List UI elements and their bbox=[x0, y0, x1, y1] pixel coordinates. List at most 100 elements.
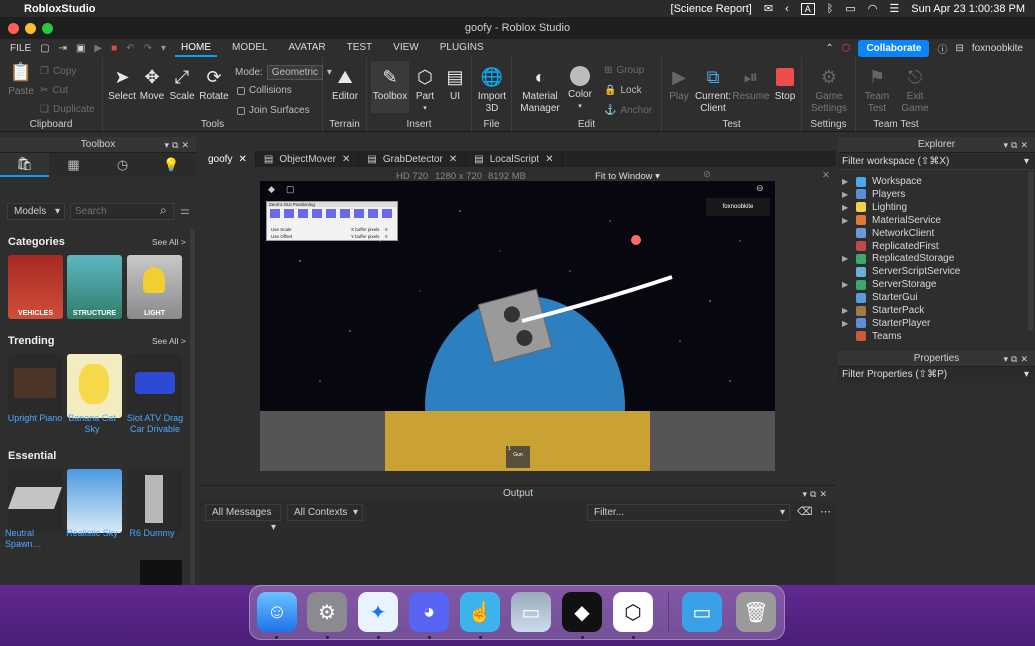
explorer-item[interactable]: ServerScriptService bbox=[842, 265, 960, 278]
toolbox-search-input[interactable] bbox=[70, 203, 174, 220]
toolbox-tab-inventory[interactable]: ▦ bbox=[49, 153, 98, 177]
explorer-item[interactable]: ▶ MaterialService bbox=[842, 214, 941, 227]
share-icon[interactable]: ⬡ bbox=[842, 43, 851, 54]
properties-panel-controls[interactable]: ▾⧉✕ bbox=[1004, 351, 1032, 367]
input-source[interactable]: A bbox=[800, 2, 815, 15]
import-3d-button[interactable]: 🌐 Import 3D bbox=[474, 66, 510, 115]
trending-label-piano[interactable]: Upright Piano bbox=[5, 413, 65, 424]
current-client-button[interactable]: ⧉ Current: Client bbox=[692, 66, 734, 115]
ui-button[interactable]: ▤ UI bbox=[441, 66, 469, 103]
explorer-item[interactable]: ReplicatedFirst bbox=[842, 240, 939, 253]
collaborate-button[interactable]: Collaborate bbox=[858, 39, 930, 57]
expand-arrow-icon[interactable]: ▶ bbox=[842, 254, 850, 263]
safari-icon[interactable]: ✦ bbox=[358, 592, 398, 632]
help-icon[interactable]: ⓘ bbox=[937, 41, 947, 56]
toolbox-button[interactable]: ✎ Toolbox bbox=[371, 61, 409, 113]
discord-icon[interactable]: ◕ bbox=[409, 592, 449, 632]
control-center-icon[interactable]: ☰ bbox=[889, 2, 899, 15]
category-structure[interactable]: STRUCTURE bbox=[67, 255, 122, 319]
mail-icon[interactable]: ✉ bbox=[764, 2, 773, 15]
essential-item-r6[interactable] bbox=[127, 469, 182, 533]
explorer-item[interactable]: NetworkClient bbox=[842, 227, 934, 240]
stop-small-icon[interactable]: ■ bbox=[111, 43, 117, 54]
trending-label-atv[interactable]: Slot ATV Drag Car Drivable bbox=[122, 413, 188, 435]
trending-label-banana-cat[interactable]: Banana Cat Sky bbox=[62, 413, 122, 435]
use-offset-option[interactable]: Use Offset bbox=[271, 234, 292, 239]
trending-item-atv[interactable] bbox=[127, 354, 182, 418]
tab-objectmover[interactable]: ▤ ObjectMover ✕ bbox=[256, 151, 360, 167]
pointer-app-icon[interactable]: ☝ bbox=[460, 592, 500, 632]
anchor-button[interactable]: ⚓ Anchor bbox=[604, 105, 652, 116]
expand-arrow-icon[interactable]: ▶ bbox=[842, 319, 850, 328]
explorer-item[interactable]: ▶ ReplicatedStorage bbox=[842, 252, 954, 265]
explorer-item[interactable]: StarterGui bbox=[842, 291, 918, 304]
part-button[interactable]: ⬡ Part ▾ bbox=[411, 66, 439, 115]
science-report-item[interactable]: [Science Report] bbox=[671, 3, 752, 15]
close-icon[interactable]: ✕ bbox=[449, 154, 457, 165]
terrain-editor-button[interactable]: ⛰ Editor bbox=[329, 66, 361, 103]
essential-label-sky[interactable]: Realistic Sky bbox=[62, 528, 122, 539]
explorer-filter-input[interactable]: Filter workspace (⇧⌘X) ▾ bbox=[838, 154, 1035, 170]
exit-game-button[interactable]: ⎋ Exit Game bbox=[898, 66, 932, 115]
explorer-item[interactable]: ▶ StarterPack bbox=[842, 304, 924, 317]
trash-icon[interactable]: 🗑 bbox=[736, 592, 776, 632]
file-menu[interactable]: FILE bbox=[10, 43, 31, 54]
game-settings-button[interactable]: ⚙ Game Settings bbox=[808, 66, 850, 115]
notification-icon[interactable]: ⊟ bbox=[955, 43, 963, 54]
play-small-icon[interactable]: ▶ bbox=[94, 43, 102, 54]
roblox-menu-icon[interactable]: ◆ bbox=[268, 184, 275, 195]
collisions-checkbox[interactable] bbox=[237, 86, 245, 95]
panel-controls[interactable]: ▾⧉✕ bbox=[165, 137, 193, 153]
material-manager-button[interactable]: ◐ Material Manager bbox=[518, 66, 562, 115]
roblox-studio-icon[interactable]: ⬡ bbox=[613, 592, 653, 632]
battery-icon[interactable]: ▭ bbox=[845, 2, 855, 15]
toolbox-scrollbar[interactable] bbox=[190, 229, 195, 585]
essential-item-spawn[interactable] bbox=[8, 469, 63, 533]
join-surfaces-checkbox[interactable] bbox=[237, 106, 245, 115]
color-button[interactable]: Color ▾ bbox=[564, 66, 596, 113]
gui-align-buttons[interactable] bbox=[267, 207, 397, 220]
filter-icon[interactable]: ⚌ bbox=[180, 204, 190, 217]
close-emulator-icon[interactable]: ✕ bbox=[822, 170, 830, 181]
toolbox-tab-creations[interactable]: 💡 bbox=[147, 153, 196, 177]
categories-see-all[interactable]: See All > bbox=[152, 237, 186, 247]
y-buffer-value[interactable]: 0 bbox=[385, 234, 388, 239]
close-icon[interactable]: ✕ bbox=[342, 154, 350, 165]
rotate-button[interactable]: ⟳ Rotate bbox=[198, 66, 230, 103]
paste-button[interactable]: 📋 Paste bbox=[6, 61, 36, 98]
essential-item-sky[interactable] bbox=[67, 469, 122, 533]
category-vehicles[interactable]: VEHICLES bbox=[8, 255, 63, 319]
all-contexts-dropdown[interactable]: All Contexts ▾ bbox=[287, 504, 363, 521]
minimize-window-button[interactable] bbox=[25, 22, 36, 34]
tab-model[interactable]: MODEL bbox=[226, 39, 274, 57]
trending-item-piano[interactable] bbox=[8, 354, 63, 418]
toolbox-more-item[interactable] bbox=[140, 560, 182, 585]
properties-filter-input[interactable]: Filter Properties (⇧⌘P) ▾ bbox=[838, 367, 1035, 383]
back-icon[interactable]: ‹ bbox=[785, 3, 789, 15]
output-panel-controls[interactable]: ▾⧉✕ bbox=[803, 486, 831, 502]
chat-icon[interactable]: ▢ bbox=[286, 184, 295, 195]
group-button[interactable]: ⊞ Group bbox=[604, 65, 644, 76]
toolbox-tab-recent[interactable]: ◷ bbox=[98, 153, 147, 177]
explorer-item[interactable]: Teams bbox=[842, 330, 901, 343]
join-surfaces-toggle[interactable]: Join Surfaces bbox=[237, 105, 310, 116]
explorer-scrollbar[interactable] bbox=[1028, 171, 1033, 331]
trending-item-banana-cat[interactable] bbox=[67, 354, 122, 418]
lock-button[interactable]: 🔒 Lock bbox=[604, 85, 642, 96]
use-scale-option[interactable]: Use Scale bbox=[271, 227, 292, 232]
expand-arrow-icon[interactable]: ▶ bbox=[842, 203, 850, 212]
tab-home[interactable]: HOME bbox=[174, 39, 217, 57]
username-button[interactable]: foxnoobkite bbox=[972, 43, 1023, 54]
expand-arrow-icon[interactable]: ▶ bbox=[842, 280, 850, 289]
app-menu-name[interactable]: RobloxStudio bbox=[24, 3, 96, 15]
duplicate-button[interactable]: ❏ Duplicate bbox=[40, 104, 95, 115]
new-file-icon[interactable]: ▢ bbox=[40, 43, 49, 54]
copy-button[interactable]: ❐ Copy bbox=[40, 66, 76, 77]
hotbar-slot-gun[interactable]: 1 Gun bbox=[506, 446, 530, 468]
expand-arrow-icon[interactable]: ▶ bbox=[842, 306, 850, 315]
more-options-icon[interactable]: ⊖ bbox=[756, 183, 764, 194]
device-rotate-icon[interactable]: ⊘ bbox=[703, 169, 711, 180]
gui-positioning-window[interactable]: Zeon's GUI Positioning Use Scale Use Off… bbox=[266, 201, 398, 241]
save-icon[interactable]: ▣ bbox=[76, 43, 85, 54]
explorer-item[interactable]: ▶ Players bbox=[842, 188, 905, 201]
